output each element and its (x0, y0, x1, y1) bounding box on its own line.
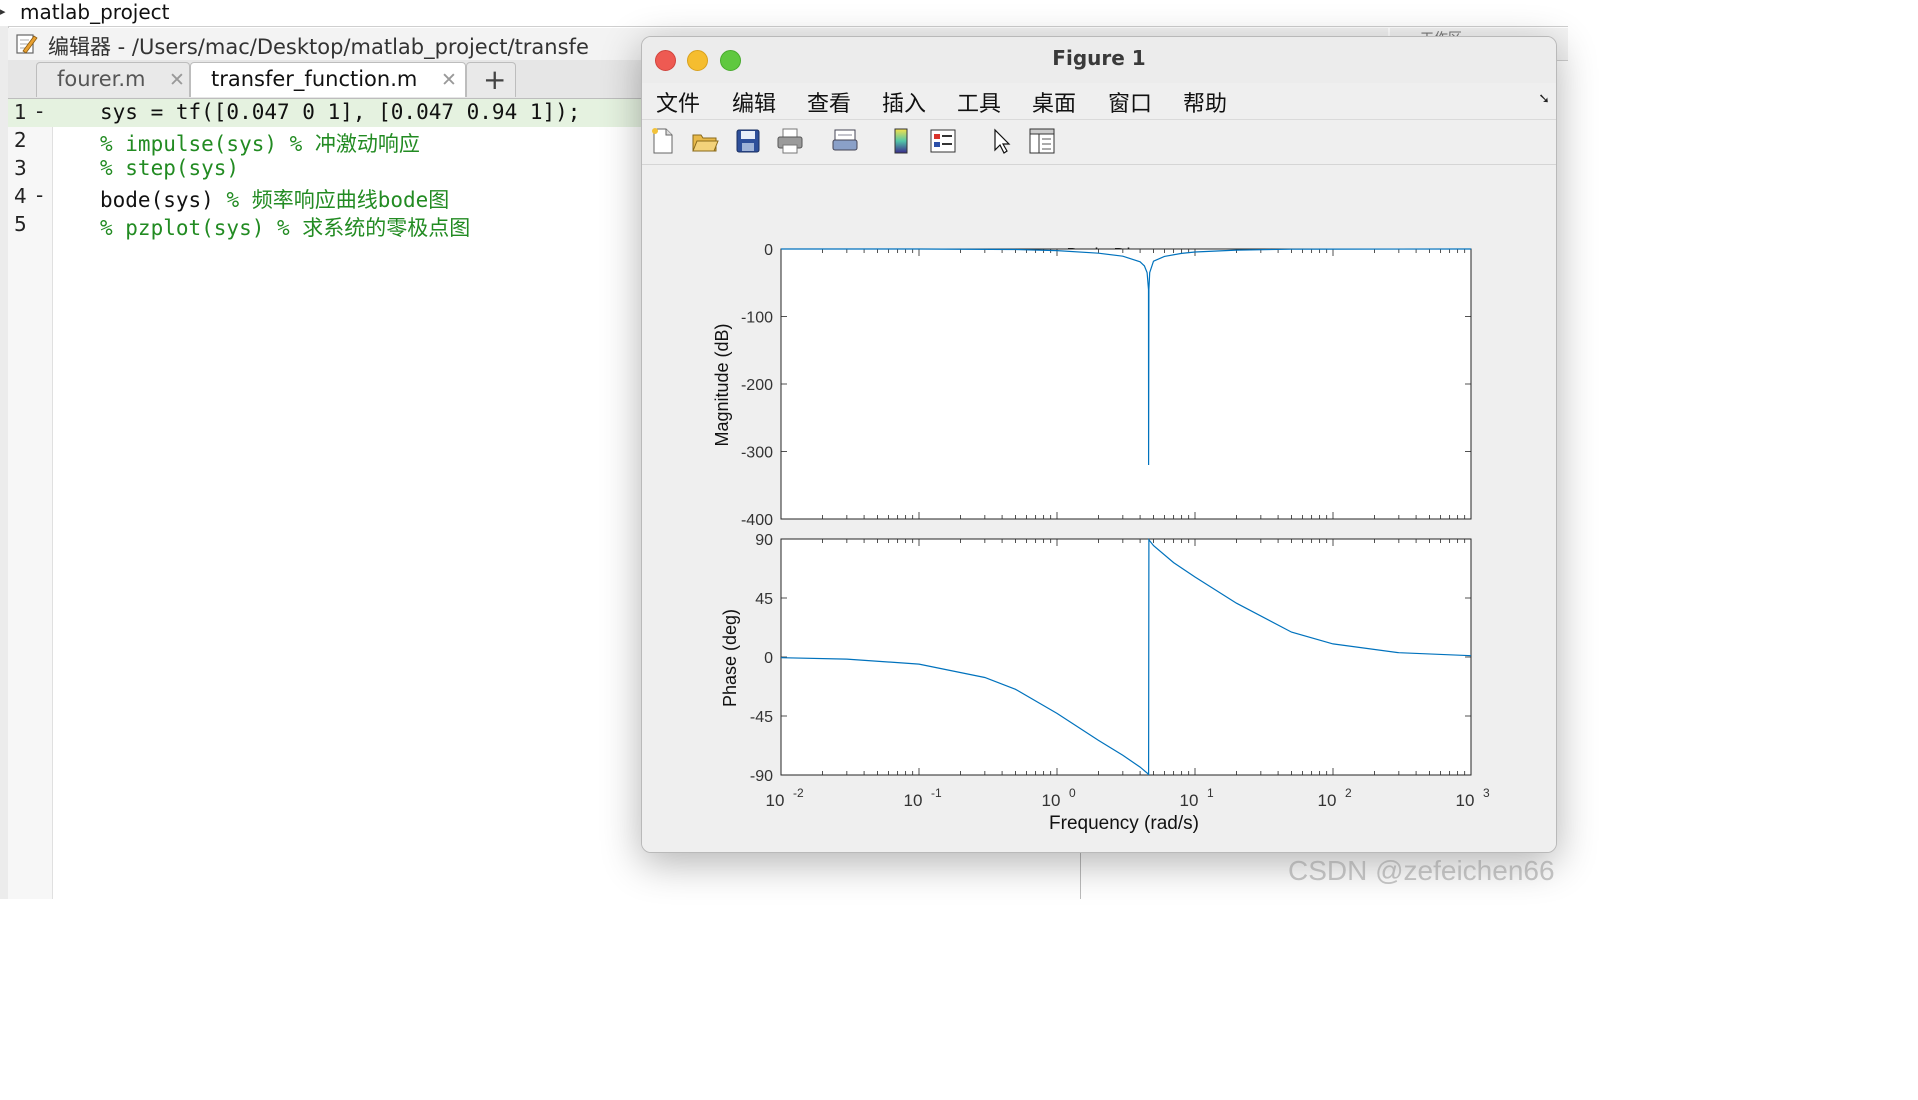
colorbar-icon[interactable] (886, 126, 916, 156)
line-number: 2 (14, 128, 27, 152)
breakpoint-marker[interactable]: - (36, 99, 43, 123)
phase-y-tick-label: -90 (750, 768, 773, 785)
phase-axes-box (780, 538, 1472, 776)
editor-title: 编辑器 - /Users/mac/Desktop/matlab_project/… (48, 35, 589, 59)
figure-window[interactable]: Figure 1 文件 编辑 查看 插入 工具 桌面 窗口 帮助 ➘ Bode … (641, 36, 1557, 853)
x-tick-exponent: 3 (1483, 786, 1490, 800)
menu-desktop[interactable]: 桌面 (1032, 86, 1076, 118)
project-bar: ▸ matlab_project (0, 0, 1568, 27)
line-number: 1 (14, 100, 27, 124)
tab-transfer-function[interactable]: transfer_function.m ✕ (190, 62, 466, 97)
magnitude-y-tick-label: -100 (741, 310, 773, 327)
magnitude-y-tick-label: -400 (741, 512, 773, 529)
x-tick-exponent: 0 (1069, 786, 1076, 800)
x-tick-label: 10 (1180, 791, 1199, 810)
line-number: 5 (14, 212, 27, 236)
phase-y-tick-label: 0 (764, 650, 773, 667)
line-number: 3 (14, 156, 27, 180)
open-file-icon[interactable] (690, 126, 720, 156)
magnitude-y-tick-label: -200 (741, 377, 773, 394)
project-name[interactable]: matlab_project (20, 0, 170, 24)
tab-label: fourer.m (57, 67, 146, 91)
x-tick-label: 10 (904, 791, 923, 810)
code-comment: % pzplot(sys) % 求系统的零极点图 (100, 216, 471, 240)
close-tab-icon[interactable]: ✕ (441, 69, 457, 91)
x-tick-label: 10 (1456, 791, 1475, 810)
property-inspector-icon[interactable] (1027, 126, 1057, 156)
menu-file[interactable]: 文件 (656, 86, 700, 118)
plot-area: Bode Diagram Magnitude (dB) Phase (deg) … (642, 165, 1556, 852)
figure-title-bar[interactable]: Figure 1 (642, 37, 1556, 83)
panel-divider (1080, 851, 1081, 899)
bode-chart[interactable]: Bode Diagram Magnitude (dB) Phase (deg) … (642, 165, 1556, 852)
print-icon[interactable] (775, 126, 805, 156)
breakpoint-marker[interactable]: - (36, 183, 43, 207)
print-preview-icon[interactable] (830, 126, 860, 156)
code-comment: % step(sys) (100, 156, 240, 180)
figure-toolbar (642, 120, 1556, 165)
menu-insert[interactable]: 插入 (882, 86, 926, 118)
phase-y-tick-label: -45 (750, 709, 773, 726)
x-tick-label: 10 (766, 791, 785, 810)
save-icon[interactable] (733, 126, 763, 156)
figure-menu-bar: 文件 编辑 查看 插入 工具 桌面 窗口 帮助 ➘ (642, 83, 1556, 120)
x-tick-exponent: 2 (1345, 786, 1352, 800)
collapse-arrow-icon[interactable]: ▸ (0, 5, 6, 18)
legend-icon[interactable] (928, 126, 958, 156)
phase-ylabel: Phase (deg) (720, 609, 740, 707)
figure-title: Figure 1 (1052, 46, 1146, 70)
tab-label: transfer_function.m (211, 67, 418, 91)
magnitude-y-tick-label: -300 (741, 445, 773, 462)
menu-tools[interactable]: 工具 (957, 86, 1001, 118)
plus-icon: + (483, 63, 507, 96)
x-tick-exponent: -1 (931, 786, 942, 800)
code-text: sys = tf([0.047 0 1], [0.047 0.94 1]); (100, 100, 581, 124)
editor-pencil-icon (16, 34, 38, 54)
menu-view[interactable]: 查看 (807, 86, 851, 118)
code-comment: % impulse(sys) % 冲激动响应 (100, 132, 420, 156)
code-comment: % 频率响应曲线bode图 (226, 188, 450, 212)
new-tab-button[interactable]: + (466, 62, 516, 97)
x-tick-label: 10 (1318, 791, 1337, 810)
x-axis-label: Frequency (rad/s) (1049, 813, 1199, 834)
new-figure-icon[interactable] (648, 126, 678, 156)
menu-help[interactable]: 帮助 (1183, 86, 1227, 118)
x-tick-label: 10 (1042, 791, 1061, 810)
menu-window[interactable]: 窗口 (1108, 86, 1152, 118)
magnitude-axes-box (780, 248, 1472, 520)
close-tab-icon[interactable]: ✕ (169, 69, 185, 91)
phase-y-tick-label: 45 (755, 591, 773, 608)
tab-fourer[interactable]: fourer.m ✕ (36, 62, 190, 97)
watermark: CSDN @zefeichen66 (1288, 855, 1555, 886)
x-tick-exponent: -2 (793, 786, 804, 800)
x-tick-exponent: 1 (1207, 786, 1214, 800)
magnitude-y-tick-label: 0 (764, 242, 773, 259)
magnitude-ylabel: Magnitude (dB) (712, 323, 732, 446)
code-text: bode(sys) (100, 188, 227, 212)
line-number: 4 (14, 184, 27, 208)
pointer-icon[interactable] (986, 126, 1016, 156)
dock-arrow-icon[interactable]: ➘ (1538, 91, 1550, 107)
menu-edit[interactable]: 编辑 (732, 86, 776, 118)
phase-y-tick-label: 90 (755, 532, 773, 549)
